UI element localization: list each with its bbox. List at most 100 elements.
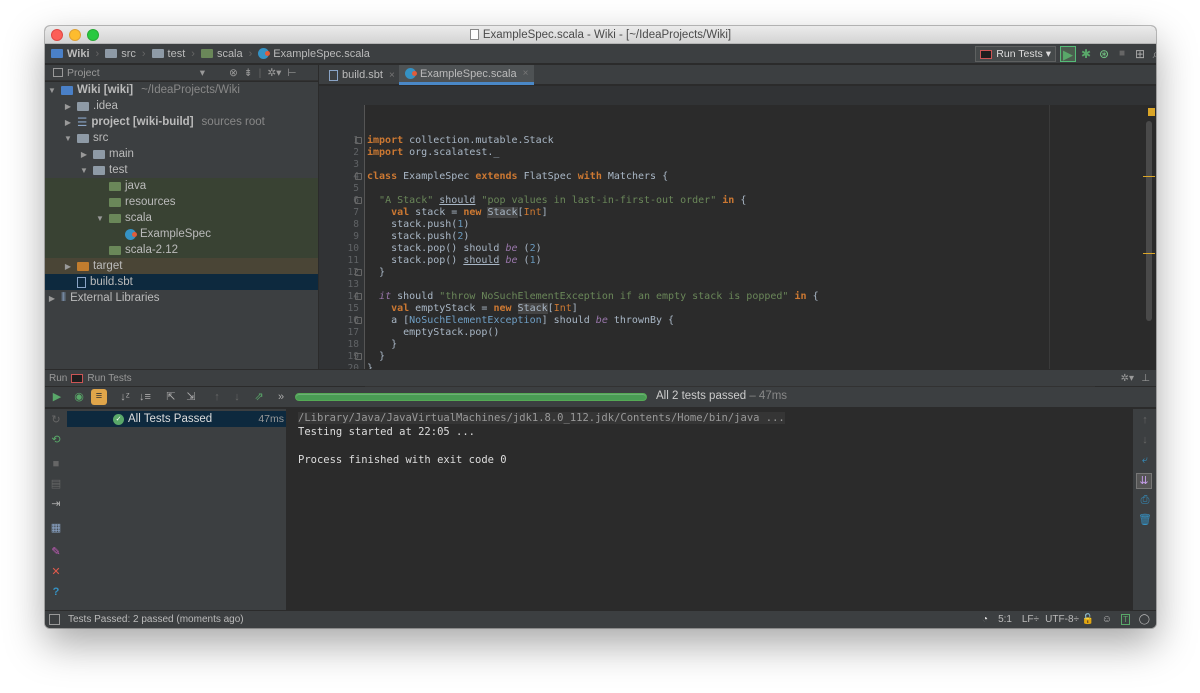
chevron-down-icon[interactable]: ▾ (200, 67, 205, 79)
fold-icon[interactable] (355, 293, 362, 300)
more-icon[interactable]: » (273, 390, 289, 404)
tree-item-project[interactable]: ▶ ☰ project [wiki-build] sources root (45, 114, 318, 130)
fold-icon[interactable] (355, 269, 362, 276)
collapse-all-icon[interactable]: ⇲ (183, 390, 199, 404)
run-button[interactable]: ▶ (1060, 46, 1076, 62)
up-stack-icon[interactable]: ↑ (1137, 413, 1153, 427)
warning-marker[interactable] (1148, 108, 1155, 116)
project-panel-title[interactable]: Project (67, 67, 100, 79)
gear-icon[interactable]: ✲▾ (1121, 373, 1134, 384)
test-config-icon (980, 49, 993, 59)
fold-icon[interactable] (355, 197, 362, 204)
status-message[interactable]: Tests Passed: 2 passed (moments ago) (68, 614, 244, 625)
coverage-icon[interactable]: ⊛ (1096, 46, 1112, 62)
sort-alpha-icon[interactable]: ↓ᶻ (117, 390, 133, 404)
tree-item-scala-212[interactable]: scala-2.12 (45, 242, 318, 258)
tree-item-test[interactable]: ▼ test (45, 162, 318, 178)
tree-item-scala[interactable]: ▼ scala (45, 210, 318, 226)
memory-indicator-icon[interactable]: ◯ (1139, 614, 1150, 625)
show-passed-icon[interactable]: ◉ (71, 390, 87, 404)
tab-build-sbt[interactable]: build.sbt × (323, 65, 401, 85)
line-number: 9 (353, 231, 359, 242)
tree-item-wiki[interactable]: ▼ Wiki [wiki] ~/IdeaProjects/Wiki (45, 82, 318, 98)
run-tab-label[interactable]: Run Tests (87, 373, 131, 384)
tree-item-examplespec[interactable]: ExampleSpec (45, 226, 318, 242)
export-icon[interactable]: ⇗ (251, 390, 267, 404)
close-icon[interactable]: ✕ (48, 565, 64, 579)
down-stack-icon[interactable]: ↓ (1137, 433, 1153, 447)
event-log-icon[interactable]: ◔ (982, 614, 988, 625)
code-editor[interactable]: import collection.mutable.Stack import o… (365, 105, 1155, 387)
line-separator[interactable]: LF÷ (1022, 614, 1039, 625)
test-root-node[interactable]: ✓ All Tests Passed 47ms (67, 411, 286, 427)
run-console[interactable]: /Library/Java/JavaVirtualMachines/jdk1.8… (288, 409, 1133, 610)
fold-icon[interactable] (355, 317, 362, 324)
clear-all-icon[interactable]: 🗑 (1137, 513, 1153, 527)
previous-failed-icon[interactable]: ↑ (209, 390, 225, 404)
search-icon[interactable]: ⌕ (1148, 46, 1156, 62)
inspector-icon[interactable]: ☺ (1102, 614, 1112, 625)
expand-all-icon[interactable]: ⇱ (163, 390, 179, 404)
tool-windows-icon[interactable] (49, 614, 60, 625)
tree-item-main[interactable]: ▶ main (45, 146, 318, 162)
git-icon[interactable]: T (1121, 614, 1130, 625)
file-icon (329, 69, 338, 81)
help-icon[interactable]: ? (48, 585, 64, 599)
code-line: it should "throw NoSuchElementException … (379, 291, 819, 302)
crumb-src[interactable]: src › (105, 48, 146, 60)
editor-gutter: 1 2 3 4 5 6 7 8 9 10 11 12 13 14 15 16 1… (319, 105, 365, 386)
layout-icon[interactable]: ▦ (48, 521, 64, 535)
gear-icon[interactable]: ✲▾ (267, 67, 281, 79)
pin-icon[interactable]: ✎ (48, 545, 64, 559)
code-line: class ExampleSpec extends FlatSpec with … (367, 171, 669, 182)
hide-panel-icon[interactable]: ⊢ (287, 67, 296, 79)
show-ignored-icon[interactable]: ≡ (91, 389, 107, 405)
fold-icon[interactable] (355, 353, 362, 360)
rerun-failed-icon[interactable]: ↻ (48, 413, 64, 427)
toggle-autotest-icon[interactable]: ⟲ (48, 433, 64, 447)
close-icon[interactable]: × (523, 68, 529, 79)
file-encoding[interactable]: UTF-8÷ (1045, 614, 1079, 625)
fold-icon[interactable] (355, 137, 362, 144)
project-view-icon (53, 68, 63, 77)
line-number: 2 (353, 147, 359, 158)
line-number: 8 (353, 219, 359, 230)
tree-item-target[interactable]: ▶ target (45, 258, 318, 274)
editor-scrollbar[interactable] (1146, 121, 1152, 321)
stop-icon[interactable]: ■ (1114, 46, 1130, 62)
next-failed-icon[interactable]: ↓ (229, 390, 245, 404)
exit-icon[interactable]: ⇥ (48, 497, 64, 511)
fold-icon[interactable] (355, 173, 362, 180)
project-structure-icon[interactable]: ⊞ (1132, 46, 1148, 62)
print-icon[interactable]: ⎙ (1137, 493, 1153, 507)
tree-item-build-sbt[interactable]: build.sbt (45, 274, 318, 290)
console-side-toolbar: ↑ ↓ ⤶ ⇊ ⎙ 🗑 (1133, 409, 1156, 610)
rerun-icon[interactable]: ▶ (49, 390, 65, 404)
folder-icon (77, 133, 89, 143)
crumb-scala[interactable]: scala › (200, 48, 252, 60)
debug-icon[interactable]: ✱ (1078, 46, 1094, 62)
tree-item-external-libraries[interactable]: ▶ ⦀ External Libraries (45, 290, 318, 306)
tree-item-idea[interactable]: ▶ .idea (45, 98, 318, 114)
tree-item-java[interactable]: java (45, 178, 318, 194)
crumb-examplespec[interactable]: ExampleSpec.scala (258, 48, 370, 60)
cursor-position[interactable]: 5:1 (998, 614, 1012, 625)
hide-panel-icon[interactable]: ⊥ (1141, 373, 1150, 384)
scroll-to-end-icon[interactable]: ⇊ (1136, 473, 1152, 489)
crumb-wiki[interactable]: Wiki › (51, 48, 99, 60)
lock-icon[interactable]: 🔓 (1082, 614, 1094, 625)
close-icon[interactable]: × (389, 70, 395, 81)
tab-examplespec[interactable]: ExampleSpec.scala × (399, 65, 535, 85)
dump-threads-icon[interactable]: ▤ (48, 477, 64, 491)
crumb-test[interactable]: test › (151, 48, 195, 60)
run-configuration-select[interactable]: Run Tests ▾ (975, 46, 1056, 62)
sort-duration-icon[interactable]: ↓≡ (137, 390, 153, 404)
tree-item-resources[interactable]: resources (45, 194, 318, 210)
tree-item-src[interactable]: ▼ src (45, 130, 318, 146)
stop-icon[interactable]: ■ (48, 457, 64, 471)
collapse-all-icon[interactable]: ⇟ (244, 67, 253, 79)
soft-wrap-icon[interactable]: ⤶ (1137, 453, 1153, 467)
locate-icon[interactable]: ⊗ (229, 67, 238, 79)
